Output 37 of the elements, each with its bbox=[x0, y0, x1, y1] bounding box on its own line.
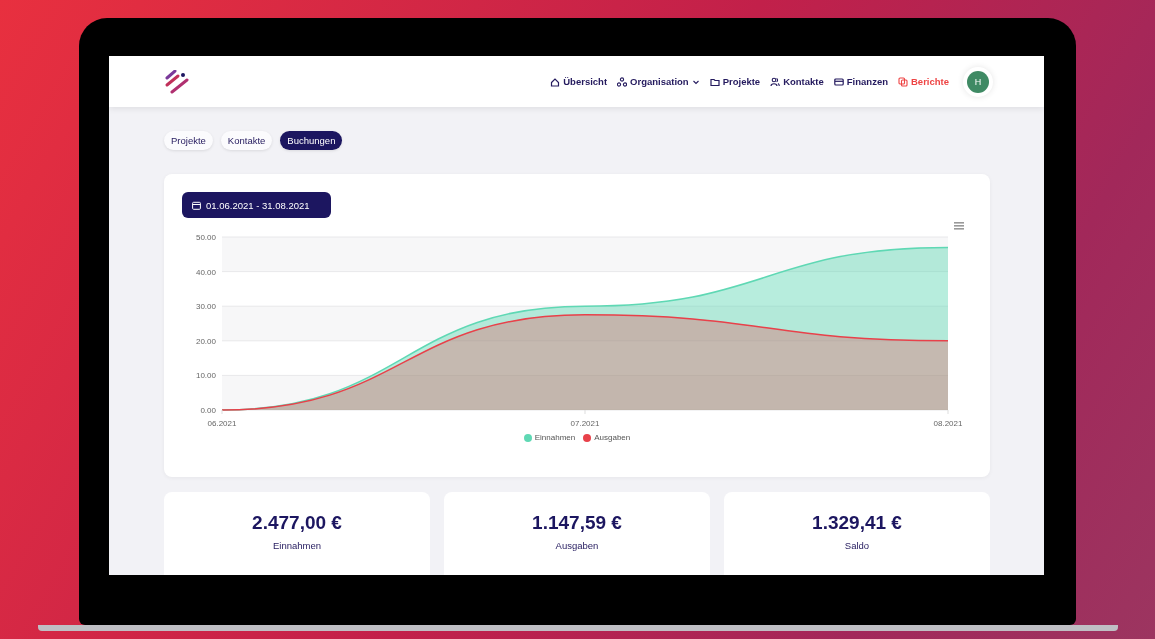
network-icon bbox=[617, 76, 628, 87]
people-icon bbox=[770, 76, 781, 87]
credit-card-icon bbox=[833, 76, 844, 87]
amount-label: Einnahmen bbox=[272, 540, 322, 551]
home-icon bbox=[550, 76, 561, 87]
folder-icon bbox=[709, 76, 720, 87]
x-axis-label: 07.2021 bbox=[570, 419, 600, 428]
y-axis-label: 30.00 bbox=[195, 302, 216, 312]
x-axis-label: 08.2021 bbox=[933, 419, 963, 428]
legend-item[interactable]: Einnahmen bbox=[523, 433, 576, 442]
nav-link[interactable]: Projekte bbox=[709, 76, 761, 87]
filter-tab[interactable]: Buchungen bbox=[280, 131, 343, 150]
copy-icon bbox=[898, 76, 908, 87]
amount-value: 2.477,00 € bbox=[252, 512, 342, 534]
nav-link[interactable]: Finanzen bbox=[833, 76, 888, 87]
logo-icon[interactable] bbox=[164, 69, 190, 94]
date-range-button[interactable]: 01.06.2021 - 31.08.2021 bbox=[182, 192, 331, 218]
amount-label: Ausgaben bbox=[555, 540, 599, 551]
menu-icon[interactable] bbox=[954, 222, 964, 230]
y-axis-label: 10.00 bbox=[195, 371, 216, 381]
filter-tab[interactable]: Projekte bbox=[164, 131, 213, 150]
amount-value: 1.147,59 € bbox=[532, 512, 622, 534]
y-axis-label: 0.00 bbox=[200, 406, 216, 415]
nav-link[interactable]: Organisation bbox=[617, 76, 700, 87]
amount-value: 1.329,41 € bbox=[812, 512, 902, 534]
y-axis-label: 40.00 bbox=[195, 267, 216, 277]
user-avatar[interactable]: H bbox=[967, 70, 989, 93]
nav-link[interactable]: Kontakte bbox=[770, 76, 824, 87]
y-axis-label: 50.00 bbox=[195, 233, 216, 242]
legend-item[interactable]: Ausgaben bbox=[583, 433, 631, 442]
amount-label: Saldo bbox=[844, 540, 870, 551]
nav-link[interactable]: Berichte bbox=[898, 76, 949, 87]
nav-link[interactable]: Übersicht bbox=[550, 76, 608, 87]
y-axis-label: 20.00 bbox=[195, 336, 216, 346]
calendar-icon bbox=[192, 200, 201, 210]
x-axis-label: 06.2021 bbox=[207, 419, 237, 428]
filter-tab[interactable]: Kontakte bbox=[220, 131, 273, 150]
